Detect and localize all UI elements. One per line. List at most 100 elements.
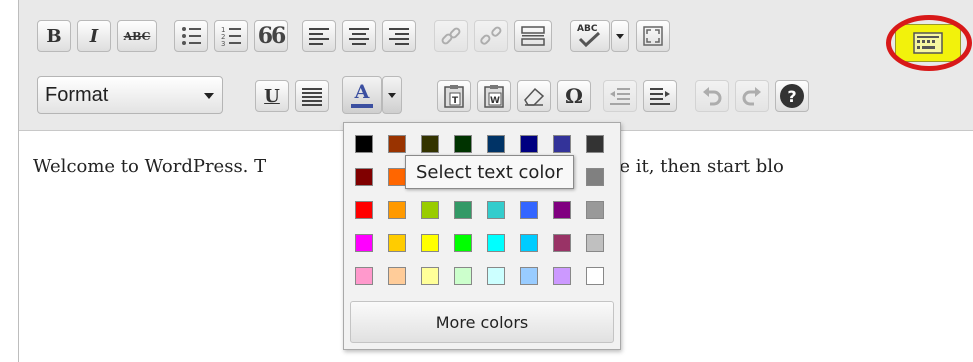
help-button[interactable]: ? <box>775 80 809 112</box>
spellcheck-icon: ABC <box>575 24 605 48</box>
color-swatch[interactable] <box>487 201 505 219</box>
color-swatch[interactable] <box>520 201 538 219</box>
bullet-list-icon <box>182 27 201 45</box>
indent-icon <box>650 88 670 105</box>
text-color-tooltip: Select text color <box>405 155 574 189</box>
color-swatch[interactable] <box>421 201 439 219</box>
numbered-list-button[interactable]: 123 <box>214 20 248 52</box>
indent-button[interactable] <box>643 80 677 112</box>
color-swatch[interactable] <box>454 201 472 219</box>
omega-icon: Ω <box>565 84 583 108</box>
undo-button[interactable] <box>695 80 729 112</box>
color-swatch[interactable] <box>454 135 472 153</box>
bullet-list-button[interactable] <box>174 20 208 52</box>
spellcheck-language-dropdown[interactable] <box>611 20 629 52</box>
unlink-icon <box>480 26 502 45</box>
underline-icon: U <box>264 85 280 107</box>
paste-word-button[interactable]: W <box>477 80 511 112</box>
content-text-left: Welcome to WordPress. T <box>33 156 267 177</box>
color-swatch[interactable] <box>355 267 373 285</box>
color-swatch[interactable] <box>388 267 406 285</box>
justify-button[interactable] <box>295 80 329 112</box>
color-swatch[interactable] <box>388 168 406 186</box>
color-swatch[interactable] <box>520 234 538 252</box>
clear-formatting-button[interactable] <box>517 80 551 112</box>
align-center-button[interactable] <box>342 20 376 52</box>
text-color-swatch <box>351 103 373 108</box>
outdent-icon <box>610 88 630 105</box>
color-swatch[interactable] <box>553 267 571 285</box>
color-swatch[interactable] <box>520 267 538 285</box>
help-icon: ? <box>780 84 804 108</box>
format-label: Format <box>45 83 109 106</box>
align-left-icon <box>309 28 329 45</box>
bold-button[interactable]: B <box>37 20 71 52</box>
color-swatch[interactable] <box>487 267 505 285</box>
align-left-button[interactable] <box>302 20 336 52</box>
color-swatch[interactable] <box>520 135 538 153</box>
text-color-dropdown[interactable] <box>382 76 402 114</box>
color-swatch[interactable] <box>586 168 604 186</box>
format-dropdown[interactable]: Format <box>37 76 223 114</box>
eraser-icon <box>524 87 545 106</box>
spellcheck-button[interactable]: ABC <box>570 20 610 52</box>
editor-toolbar: B I ABC 123 66 ABC Format U A T W Ω ? <box>19 0 973 131</box>
italic-button[interactable]: I <box>77 20 111 52</box>
color-swatch[interactable] <box>454 234 472 252</box>
underline-button[interactable]: U <box>255 80 289 112</box>
strikethrough-button[interactable]: ABC <box>117 20 157 52</box>
color-swatch[interactable] <box>553 234 571 252</box>
insert-more-button[interactable] <box>514 20 552 52</box>
color-swatch[interactable] <box>487 135 505 153</box>
chevron-down-icon <box>388 92 396 98</box>
color-swatch[interactable] <box>553 135 571 153</box>
unlink-button[interactable] <box>474 20 508 52</box>
kitchen-sink-highlight-ring <box>886 15 972 71</box>
align-right-icon <box>389 28 409 45</box>
numbered-list-icon: 123 <box>221 26 241 47</box>
chevron-down-icon <box>204 93 214 99</box>
svg-text:3: 3 <box>221 40 225 47</box>
bold-icon: B <box>46 25 62 47</box>
color-swatch[interactable] <box>454 267 472 285</box>
color-swatch[interactable] <box>388 234 406 252</box>
more-tag-icon <box>521 26 545 46</box>
blockquote-button[interactable]: 66 <box>254 20 288 52</box>
color-swatch[interactable] <box>421 135 439 153</box>
color-swatch[interactable] <box>355 135 373 153</box>
align-right-button[interactable] <box>382 20 416 52</box>
color-swatch[interactable] <box>586 234 604 252</box>
link-icon <box>441 27 461 45</box>
color-swatch[interactable] <box>553 201 571 219</box>
text-color-button[interactable]: A <box>342 76 382 114</box>
align-justify-icon <box>302 88 322 106</box>
color-swatch[interactable] <box>586 201 604 219</box>
color-swatch[interactable] <box>355 234 373 252</box>
color-swatch[interactable] <box>388 135 406 153</box>
undo-icon <box>703 87 722 106</box>
color-swatch[interactable] <box>487 234 505 252</box>
color-swatch[interactable] <box>421 234 439 252</box>
color-swatch[interactable] <box>388 201 406 219</box>
paste-text-button[interactable]: T <box>437 80 471 112</box>
special-character-button[interactable]: Ω <box>557 80 591 112</box>
color-swatch[interactable] <box>586 267 604 285</box>
fullscreen-button[interactable] <box>636 20 670 52</box>
redo-icon <box>742 87 761 106</box>
svg-text:T: T <box>452 96 459 106</box>
color-swatch[interactable] <box>355 201 373 219</box>
chevron-down-icon <box>616 33 624 39</box>
redo-button[interactable] <box>735 80 769 112</box>
color-swatch[interactable] <box>586 135 604 153</box>
outdent-button[interactable] <box>603 80 637 112</box>
insert-link-button[interactable] <box>434 20 468 52</box>
align-center-icon <box>349 28 369 45</box>
color-swatch[interactable] <box>355 168 373 186</box>
more-colors-button[interactable]: More colors <box>350 301 614 343</box>
strikethrough-icon: ABC <box>123 29 151 43</box>
color-swatch[interactable] <box>421 267 439 285</box>
fullscreen-icon <box>643 26 663 46</box>
svg-text:W: W <box>490 96 500 106</box>
text-color-icon: A <box>351 82 373 108</box>
italic-icon: I <box>89 25 99 47</box>
